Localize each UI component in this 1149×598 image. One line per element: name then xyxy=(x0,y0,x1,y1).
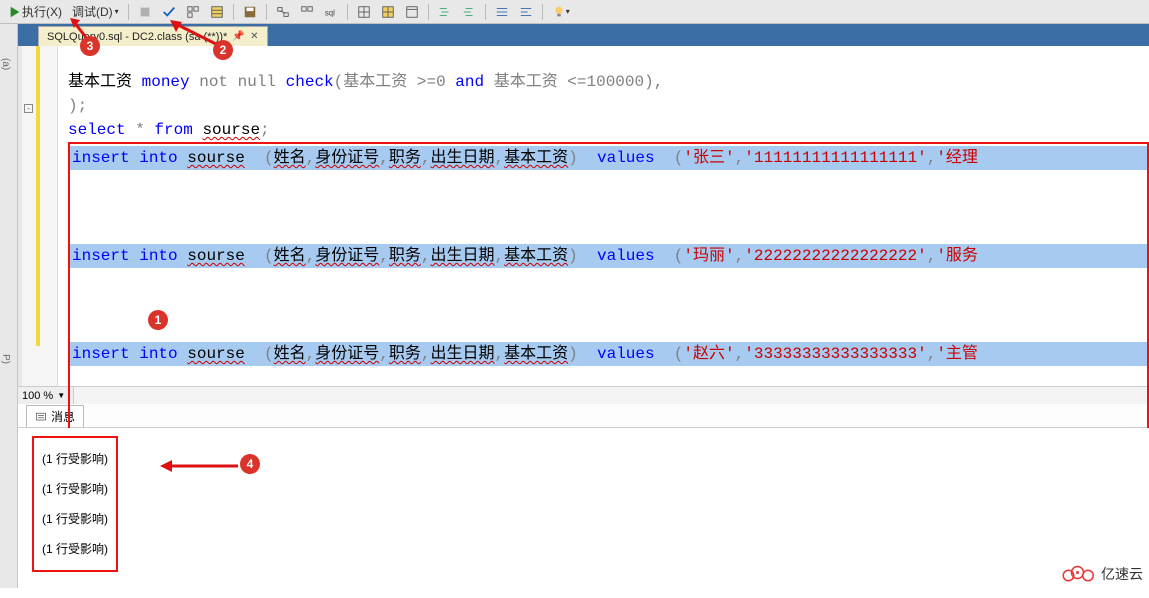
comment-btn-1[interactable] xyxy=(491,2,513,22)
btn-c[interactable]: sql xyxy=(320,2,342,22)
message-row: (1 行受影响) xyxy=(42,534,108,564)
btn-b[interactable] xyxy=(296,2,318,22)
grid-button-1[interactable] xyxy=(206,2,228,22)
message-row: (1 行受影响) xyxy=(42,444,108,474)
annotation-badge-4: 4 xyxy=(240,454,260,474)
table-icon xyxy=(357,5,371,19)
play-icon xyxy=(8,5,22,19)
stop-button[interactable] xyxy=(134,2,156,22)
cloud-logo-icon xyxy=(1061,564,1097,584)
sql-editor[interactable]: - 基本工资 money not null check(基本工资 >=0 and… xyxy=(18,46,1149,386)
schema2-icon xyxy=(300,5,314,19)
uncomment-icon xyxy=(519,5,533,19)
separator xyxy=(266,4,267,20)
table-btn-1[interactable] xyxy=(353,2,375,22)
outline-button[interactable] xyxy=(182,2,204,22)
zoom-value[interactable]: 100 % xyxy=(22,390,53,402)
grid-icon xyxy=(210,5,224,19)
fold-icon[interactable]: - xyxy=(24,104,33,113)
message-row: (1 行受影响) xyxy=(42,504,108,534)
indent-btn-2[interactable] xyxy=(458,2,480,22)
intellisense-button[interactable]: ▾ xyxy=(548,2,574,22)
indent-icon xyxy=(438,5,452,19)
left-pane: (a) P) xyxy=(0,24,18,588)
messages-panel[interactable]: (1 行受影响) (1 行受影响) (1 行受影响) (1 行受影响) xyxy=(18,428,1149,598)
bulb-icon xyxy=(552,5,566,19)
separator xyxy=(233,4,234,20)
message-row: (1 行受影响) xyxy=(42,474,108,504)
outdent-icon xyxy=(462,5,476,19)
comment-icon xyxy=(495,5,509,19)
stop-icon xyxy=(138,5,152,19)
messages-icon xyxy=(35,411,47,423)
close-icon[interactable]: ✕ xyxy=(249,32,259,42)
save-button[interactable] xyxy=(239,2,261,22)
selection-box: insert into sourse (姓名,身份证号,职务,出生日期,基本工资… xyxy=(68,142,1149,466)
sql-icon: sql xyxy=(324,5,338,19)
arrow-4 xyxy=(160,458,240,474)
separator xyxy=(542,4,543,20)
indent-btn-1[interactable] xyxy=(434,2,456,22)
separator xyxy=(347,4,348,20)
table2-icon xyxy=(381,5,395,19)
annotation-badge-2: 2 xyxy=(213,40,233,60)
table-btn-2[interactable] xyxy=(377,2,399,22)
separator xyxy=(485,4,486,20)
comment-btn-2[interactable] xyxy=(515,2,537,22)
leftpane-label-p: P) xyxy=(0,350,11,364)
save-icon xyxy=(243,5,257,19)
check-icon xyxy=(162,5,176,19)
schema-icon xyxy=(276,5,290,19)
btn-a[interactable] xyxy=(272,2,294,22)
change-marker xyxy=(36,46,40,346)
execute-button[interactable]: 执行(X) xyxy=(4,2,66,22)
parse-button[interactable] xyxy=(158,2,180,22)
detail-icon xyxy=(405,5,419,19)
arrow-2 xyxy=(170,20,220,46)
outline-icon xyxy=(186,5,200,19)
separator xyxy=(428,4,429,20)
annotation-badge-3: 3 xyxy=(80,36,100,56)
svg-text:sql: sql xyxy=(325,8,335,17)
table-btn-3[interactable] xyxy=(401,2,423,22)
separator xyxy=(128,4,129,20)
messages-highlight-box: (1 行受影响) (1 行受影响) (1 行受影响) (1 行受影响) xyxy=(32,436,118,572)
watermark-text: 亿速云 xyxy=(1101,564,1143,584)
watermark: 亿速云 xyxy=(1061,564,1143,584)
execute-label: 执行(X) xyxy=(22,3,62,20)
leftpane-label-a: (a) xyxy=(0,54,11,70)
pin-icon[interactable]: 📌 xyxy=(233,32,243,42)
annotation-badge-1: 1 xyxy=(148,310,168,330)
editor-gutter: - xyxy=(22,46,58,386)
